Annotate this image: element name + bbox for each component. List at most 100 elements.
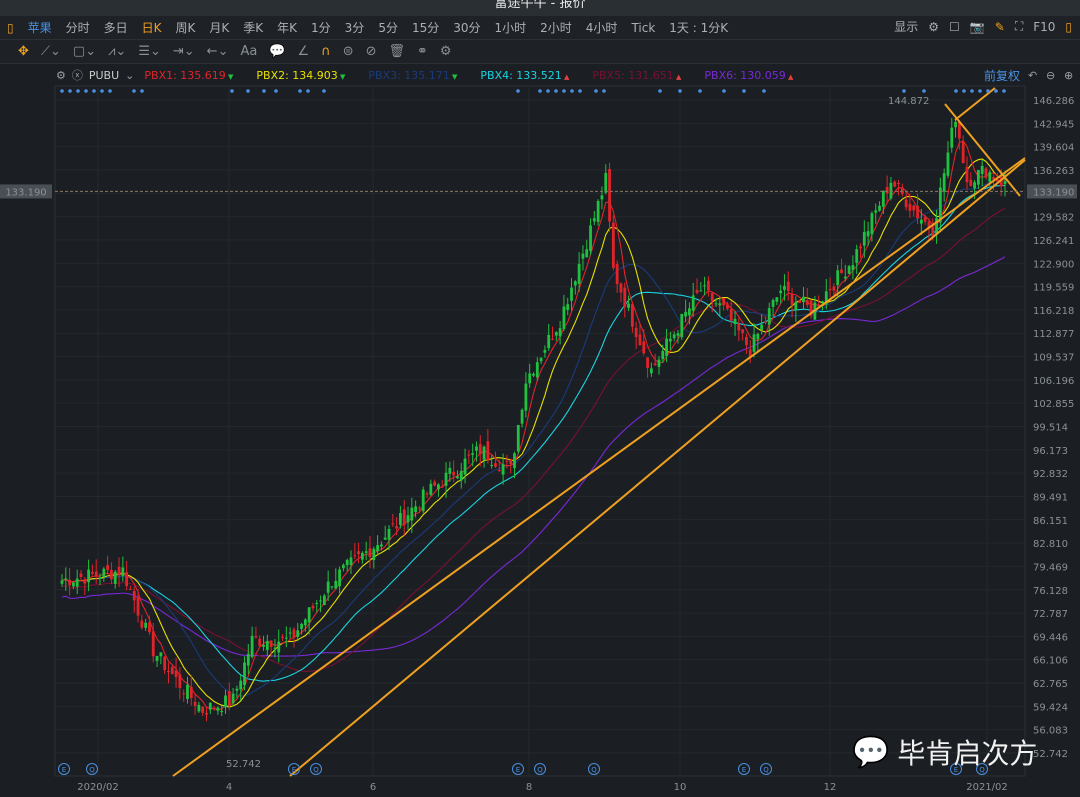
candle xyxy=(890,183,893,199)
earnings-badge-label: E xyxy=(62,766,66,774)
candle xyxy=(528,373,531,383)
candle xyxy=(608,169,611,222)
earnings-badge-label: E xyxy=(292,766,296,774)
candle xyxy=(585,249,588,257)
candle xyxy=(281,637,284,638)
candle xyxy=(95,571,98,576)
candle xyxy=(315,603,318,604)
candle xyxy=(791,294,794,305)
candle xyxy=(848,266,851,274)
candle xyxy=(83,579,86,584)
candle xyxy=(205,713,208,715)
price-tick: 56.083 xyxy=(1033,726,1068,737)
event-dot xyxy=(698,89,702,93)
current-price-right: 133.190 xyxy=(1033,187,1074,198)
candle xyxy=(376,545,379,551)
candle xyxy=(578,264,581,284)
candle xyxy=(551,339,554,340)
candle xyxy=(829,289,832,290)
price-tick: 102.855 xyxy=(1033,399,1074,410)
event-dot xyxy=(306,89,310,93)
price-tick: 122.900 xyxy=(1033,259,1074,270)
price-chart[interactable]: 146.286142.945139.604136.263133.190129.5… xyxy=(0,0,1080,797)
candle xyxy=(178,674,181,688)
candle xyxy=(509,460,512,464)
candle xyxy=(91,572,94,574)
candle xyxy=(106,565,109,570)
event-dot xyxy=(108,89,112,93)
candle xyxy=(285,638,288,639)
candle xyxy=(642,341,645,353)
candle xyxy=(863,232,866,246)
candle xyxy=(981,166,984,174)
candle xyxy=(969,180,972,186)
price-tick: 112.877 xyxy=(1033,329,1074,340)
time-tick: 8 xyxy=(526,782,532,793)
candle xyxy=(350,557,353,565)
candle xyxy=(536,362,539,377)
price-tick: 106.196 xyxy=(1033,376,1074,387)
candle xyxy=(388,529,391,540)
candle xyxy=(175,670,178,677)
candle xyxy=(464,459,467,475)
candle xyxy=(137,597,140,616)
candle xyxy=(304,619,307,625)
earnings-badge-label: E xyxy=(516,766,520,774)
candle xyxy=(726,305,729,309)
candle xyxy=(855,249,858,263)
candle xyxy=(456,476,459,478)
event-dot xyxy=(742,89,746,93)
candle xyxy=(110,570,113,579)
candle xyxy=(140,621,143,628)
candle xyxy=(905,200,908,208)
candle xyxy=(391,524,394,525)
candle xyxy=(601,195,604,199)
price-tick: 126.241 xyxy=(1033,236,1074,247)
candle xyxy=(293,629,296,637)
candle xyxy=(840,269,843,273)
event-dot xyxy=(322,89,326,93)
event-dot xyxy=(594,89,598,93)
candle xyxy=(479,444,482,454)
event-dot xyxy=(538,89,542,93)
event-dot xyxy=(762,89,766,93)
candle xyxy=(327,582,330,593)
candle xyxy=(72,583,75,587)
candle xyxy=(985,168,988,177)
candle xyxy=(144,623,147,628)
candle xyxy=(620,284,623,293)
candle xyxy=(954,122,957,127)
candle xyxy=(369,548,372,557)
candle xyxy=(806,300,809,305)
low-label: 52.742 xyxy=(226,759,261,770)
event-dot xyxy=(962,89,966,93)
candle xyxy=(631,304,634,327)
event-dot xyxy=(554,89,558,93)
candle xyxy=(563,306,566,328)
candle xyxy=(460,471,463,480)
candle xyxy=(300,624,303,629)
candle xyxy=(760,325,763,330)
candle xyxy=(61,580,64,583)
candle xyxy=(775,297,778,302)
event-dot xyxy=(68,89,72,93)
candle xyxy=(646,357,649,367)
price-tick: 89.491 xyxy=(1033,492,1068,503)
candle xyxy=(437,484,440,489)
candle xyxy=(483,447,486,460)
candle xyxy=(452,472,455,476)
candle xyxy=(372,549,375,560)
candle xyxy=(296,630,299,637)
candle xyxy=(893,182,896,187)
event-dot xyxy=(230,89,234,93)
candle xyxy=(901,187,904,194)
event-dot xyxy=(84,89,88,93)
candle xyxy=(555,332,558,335)
candle xyxy=(403,510,406,526)
candle xyxy=(802,297,805,302)
time-tick: 12 xyxy=(824,782,837,793)
price-tick: 116.218 xyxy=(1033,306,1074,317)
candle xyxy=(517,425,520,451)
candle xyxy=(734,319,737,324)
candle xyxy=(270,640,273,647)
